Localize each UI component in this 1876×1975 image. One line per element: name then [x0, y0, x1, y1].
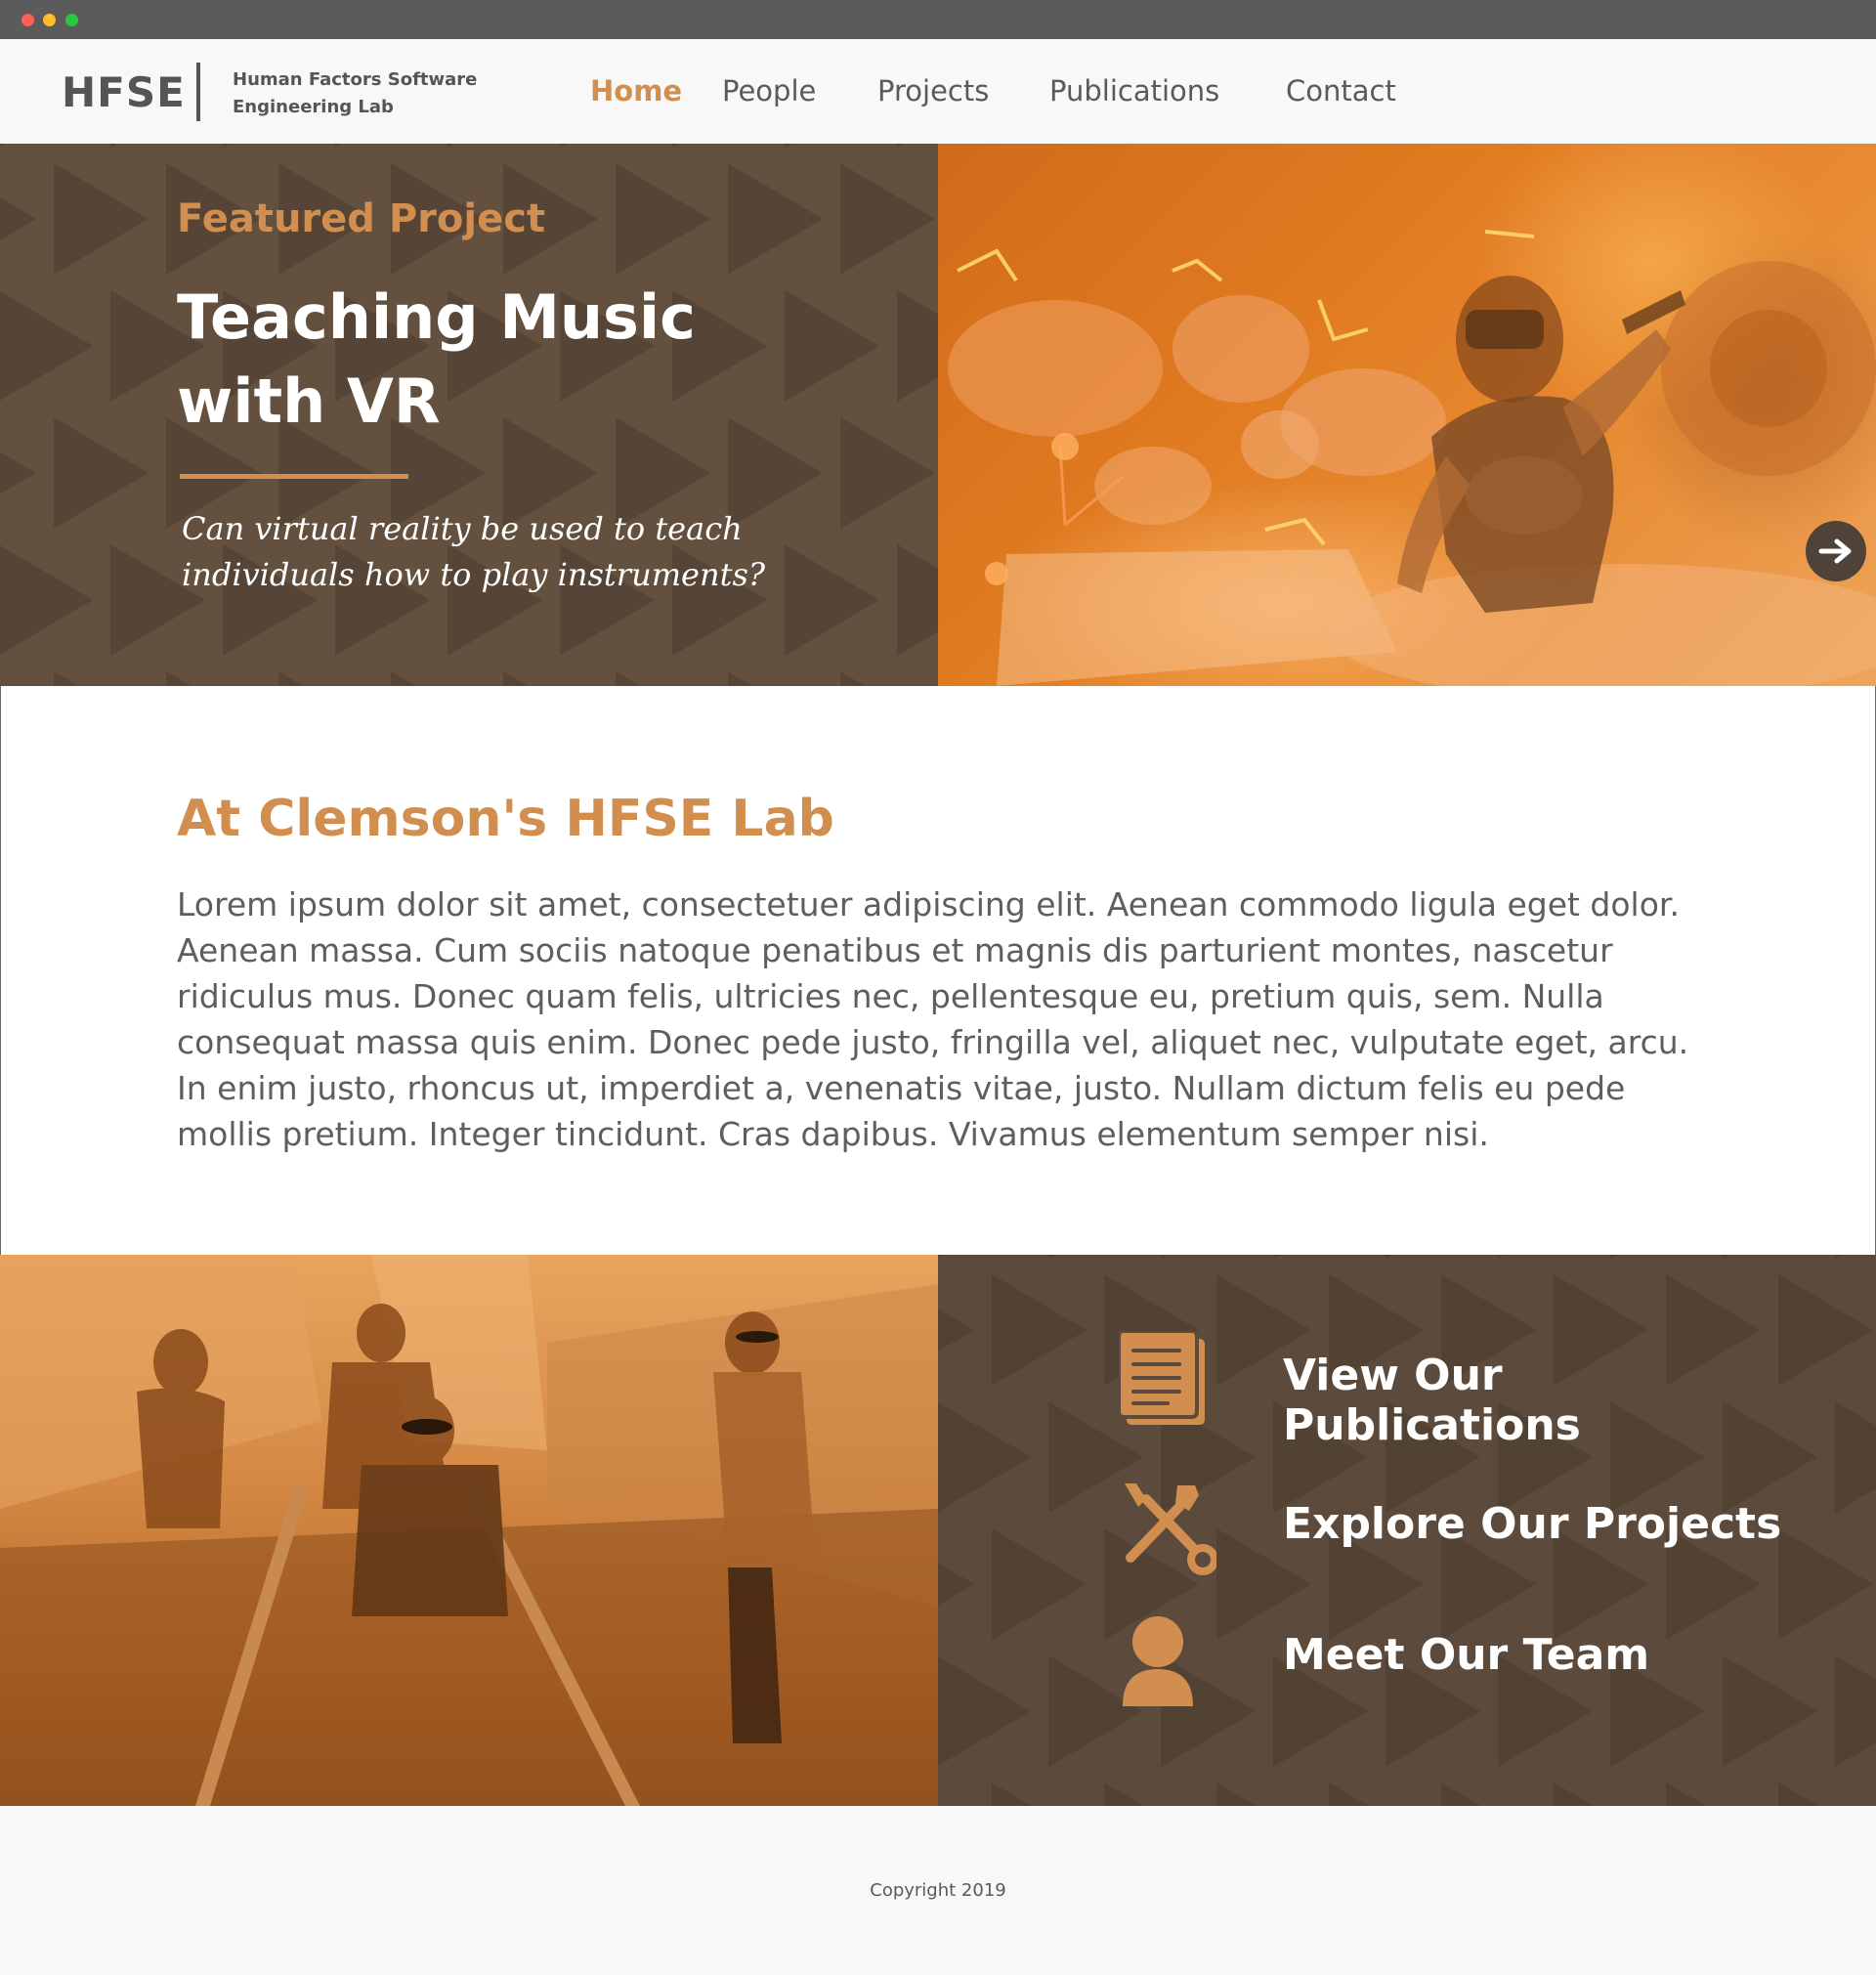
triangle-decoration	[992, 1274, 1087, 1386]
nav-people[interactable]: People	[722, 74, 816, 107]
triangle-decoration	[278, 671, 373, 686]
featured-project-hero: Featured Project Teaching Music with VR …	[0, 144, 1876, 686]
triangle-decoration	[1160, 1255, 1256, 1259]
view-publications-label: View Our Publications	[1283, 1351, 1581, 1450]
triangle-decoration	[1497, 1255, 1593, 1259]
triangle-decoration	[896, 544, 938, 656]
triangle-decoration	[840, 671, 935, 686]
triangle-decoration	[938, 1255, 1031, 1259]
explore-projects-link[interactable]: Explore Our Projects	[1119, 1478, 1803, 1575]
triangle-decoration	[616, 163, 710, 275]
team-photo	[0, 1255, 938, 1806]
triangle-decoration	[1047, 1255, 1143, 1259]
triangle-decoration	[938, 1274, 974, 1386]
triangle-decoration	[938, 1782, 974, 1806]
hero-title[interactable]: Teaching Music with VR	[177, 276, 724, 444]
nav-home[interactable]: Home	[590, 74, 682, 107]
minimize-window-button[interactable]	[43, 14, 56, 26]
about-section: At Clemson's HFSE Lab Lorem ipsum dolor …	[0, 686, 1876, 1255]
triangle-decoration	[1104, 1782, 1199, 1806]
triangle-decoration	[559, 144, 655, 148]
triangle-decoration	[784, 290, 879, 402]
next-slide-button[interactable]	[1806, 521, 1866, 581]
triangle-decoration	[1834, 1655, 1876, 1767]
tools-icon	[1125, 1483, 1216, 1575]
triangle-decoration	[1722, 1255, 1817, 1259]
triangle-decoration	[0, 290, 93, 402]
site-logo[interactable]: HFSE	[62, 68, 186, 116]
triangle-decoration	[728, 163, 823, 275]
triangle-decoration	[992, 1528, 1087, 1640]
copyright-text: Copyright 2019	[870, 1880, 1006, 1901]
about-body-text: Lorem ipsum dolor sit amet, consectetuer…	[177, 885, 1689, 1153]
triangle-decoration	[616, 671, 710, 686]
nav-projects[interactable]: Projects	[877, 74, 989, 107]
triangle-decoration	[0, 163, 36, 275]
triangle-decoration	[503, 671, 598, 686]
nav-publications[interactable]: Publications	[1049, 74, 1219, 107]
triangle-decoration	[992, 1782, 1087, 1806]
site-header: HFSE Human Factors Software Engineering …	[0, 39, 1876, 144]
team-photo-illustration	[0, 1255, 938, 1806]
triangle-decoration	[1329, 1782, 1424, 1806]
triangle-decoration	[1666, 1782, 1761, 1806]
triangle-decoration	[1385, 1255, 1480, 1259]
triangle-decoration	[222, 144, 318, 148]
about-title: At Clemson's HFSE Lab	[177, 790, 834, 848]
triangle-decoration	[784, 144, 879, 148]
quick-links-panel: View Our Publications Explore Our Projec…	[938, 1255, 1876, 1806]
triangle-decoration	[0, 417, 36, 529]
person-icon	[1123, 1616, 1193, 1706]
triangle-decoration	[1272, 1255, 1368, 1259]
triangle-decoration	[1834, 1255, 1876, 1259]
view-publications-link[interactable]: View Our Publications	[1119, 1331, 1803, 1450]
logo-subtitle: Human Factors Software Engineering Lab	[233, 69, 478, 117]
triangle-decoration	[896, 290, 938, 402]
triangle-decoration	[447, 144, 542, 148]
arrow-right-icon	[1818, 538, 1852, 564]
triangle-decoration	[54, 163, 149, 275]
triangle-decoration	[1778, 1782, 1873, 1806]
triangle-decoration	[1609, 1255, 1705, 1259]
triangle-decoration	[938, 1528, 974, 1640]
browser-title-bar	[0, 0, 1876, 39]
maximize-window-button[interactable]	[65, 14, 78, 26]
triangle-decoration	[840, 417, 935, 529]
triangle-decoration	[54, 417, 149, 529]
triangle-decoration	[166, 671, 261, 686]
triangle-decoration	[0, 144, 93, 148]
close-window-button[interactable]	[21, 14, 34, 26]
triangle-decoration	[334, 144, 430, 148]
nav-contact[interactable]: Contact	[1286, 74, 1396, 107]
triangle-decoration	[840, 163, 935, 275]
triangle-decoration	[1834, 1401, 1876, 1513]
triangle-decoration	[1554, 1782, 1648, 1806]
triangle-decoration	[0, 544, 93, 656]
triangle-decoration	[896, 144, 938, 148]
hero-text-panel: Featured Project Teaching Music with VR …	[0, 144, 938, 686]
document-icon	[1119, 1331, 1205, 1425]
site-footer: Copyright 2019	[0, 1806, 1876, 1975]
triangle-decoration	[1216, 1782, 1311, 1806]
hero-vr-image	[938, 144, 1876, 686]
triangle-decoration	[109, 144, 205, 148]
meet-team-label: Meet Our Team	[1283, 1630, 1650, 1680]
triangle-decoration	[938, 1401, 1031, 1513]
triangle-decoration	[391, 671, 486, 686]
logo-divider	[196, 63, 200, 121]
vr-drummer-illustration	[948, 230, 1876, 686]
hero-description: Can virtual reality be used to teach ind…	[182, 510, 766, 593]
triangle-decoration	[671, 144, 767, 148]
explore-projects-label: Explore Our Projects	[1283, 1499, 1782, 1549]
hero-divider	[180, 474, 408, 479]
triangle-decoration	[784, 544, 879, 656]
triangle-decoration	[728, 671, 823, 686]
meet-team-link[interactable]: Meet Our Team	[1119, 1612, 1803, 1710]
triangle-decoration	[1441, 1782, 1536, 1806]
featured-project-label: Featured Project	[177, 196, 546, 241]
triangle-decoration	[0, 671, 36, 686]
lower-section: View Our Publications Explore Our Projec…	[0, 1255, 1876, 1806]
triangle-decoration	[938, 1655, 1031, 1767]
triangle-decoration	[54, 671, 149, 686]
